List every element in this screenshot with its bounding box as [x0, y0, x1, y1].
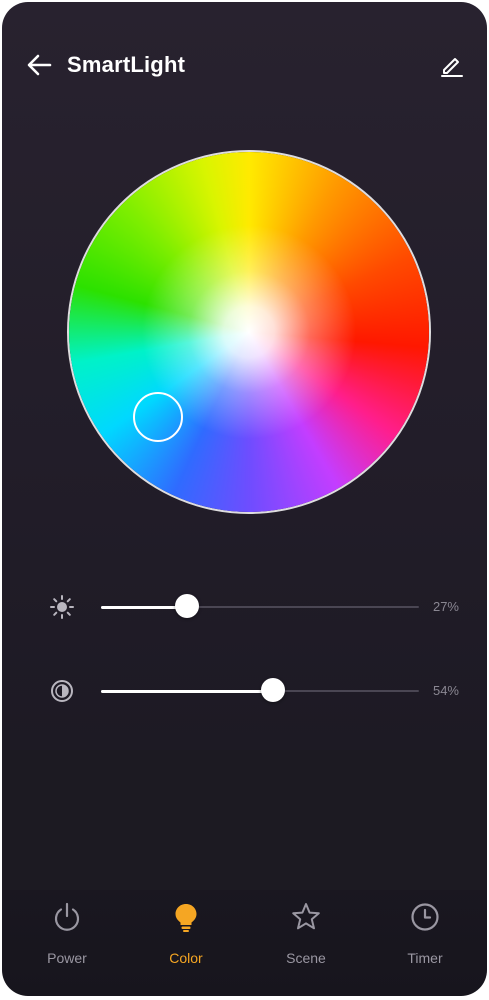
bottom-tab-bar: Power Color Scene Timer — [2, 890, 487, 990]
tab-scene[interactable]: Scene — [261, 900, 351, 980]
tab-timer[interactable]: Timer — [380, 900, 470, 980]
app-screen: SmartLight 27% 54% Power Color Scene Tim… — [2, 2, 487, 996]
saturation-thumb[interactable] — [260, 678, 285, 702]
star-icon — [289, 900, 323, 934]
contrast-icon — [49, 678, 75, 704]
color-picker-handle[interactable] — [133, 392, 183, 442]
header: SmartLight — [2, 44, 487, 88]
pencil-icon — [441, 58, 463, 77]
clock-icon — [408, 900, 442, 934]
page-title: SmartLight — [67, 52, 186, 77]
arrow-left-icon — [27, 54, 52, 76]
saturation-value: 54% — [432, 683, 459, 698]
tab-power[interactable]: Power — [22, 900, 112, 980]
saturation-slider[interactable] — [101, 678, 419, 702]
tab-color-label: Color — [169, 950, 203, 966]
brightness-fill — [101, 605, 187, 609]
brightness-slider[interactable] — [101, 594, 419, 618]
tab-timer-label: Timer — [407, 950, 443, 966]
lower-panel — [2, 750, 487, 890]
back-button[interactable] — [24, 50, 54, 80]
sun-icon — [49, 594, 75, 620]
color-wheel[interactable] — [69, 152, 429, 512]
saturation-fill — [101, 689, 273, 693]
tab-power-label: Power — [47, 950, 87, 966]
power-icon — [50, 900, 84, 934]
tab-color[interactable]: Color — [141, 900, 231, 980]
tab-scene-label: Scene — [286, 950, 326, 966]
brightness-slider-row: 27% — [2, 586, 487, 626]
brightness-thumb[interactable] — [174, 594, 199, 618]
brightness-value: 27% — [432, 599, 459, 614]
saturation-slider-row: 54% — [2, 670, 487, 710]
edit-button[interactable] — [437, 50, 467, 80]
bulb-icon — [169, 900, 203, 934]
